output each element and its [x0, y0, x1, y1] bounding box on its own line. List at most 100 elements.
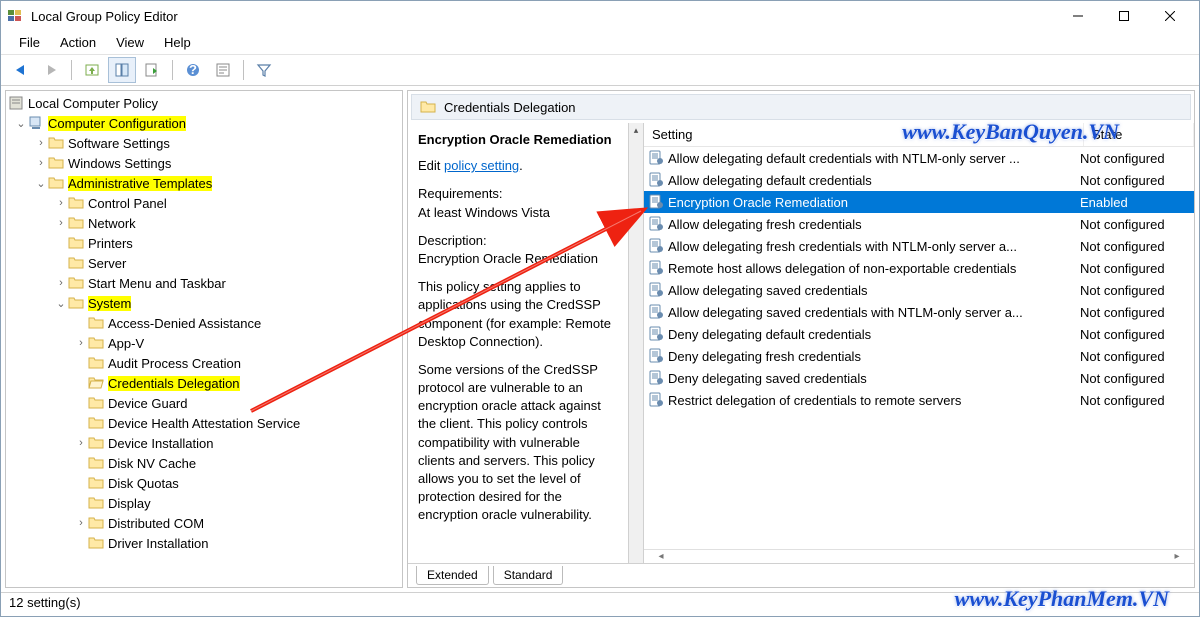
tree-creds-delegation[interactable]: Credentials Delegation — [6, 373, 402, 393]
menu-file[interactable]: File — [9, 33, 50, 52]
settings-list-row[interactable]: Allow delegating saved credentials Not c… — [644, 279, 1194, 301]
scroll-right-icon[interactable]: ▸ — [1168, 551, 1186, 562]
settings-list-row[interactable]: Restrict delegation of credentials to re… — [644, 389, 1194, 411]
menu-help[interactable]: Help — [154, 33, 201, 52]
splitter[interactable]: ▴ — [628, 123, 644, 563]
show-hide-button[interactable] — [108, 57, 136, 83]
settings-list-row[interactable]: Allow delegating fresh credentials Not c… — [644, 213, 1194, 235]
settings-list-row[interactable]: Remote host allows delegation of non-exp… — [644, 257, 1194, 279]
menu-action[interactable]: Action — [50, 33, 106, 52]
tab-extended[interactable]: Extended — [416, 566, 489, 585]
computer-icon — [28, 115, 44, 131]
setting-state: Not configured — [1080, 261, 1190, 276]
tree-disk-nv[interactable]: Disk NV Cache — [6, 453, 402, 473]
export-button[interactable] — [138, 57, 166, 83]
tree-expand-icon[interactable]: › — [54, 277, 68, 289]
setting-name: Allow delegating default credentials — [668, 173, 1080, 188]
tree-collapse-icon[interactable]: ⌄ — [54, 297, 68, 310]
scroll-left-icon[interactable]: ◂ — [652, 551, 670, 562]
minimize-button[interactable] — [1055, 1, 1101, 31]
maximize-button[interactable] — [1101, 1, 1147, 31]
col-setting[interactable]: Setting — [644, 123, 1084, 146]
settings-list-row[interactable]: Deny delegating fresh credentials Not co… — [644, 345, 1194, 367]
tree-disk-quotas[interactable]: Disk Quotas — [6, 473, 402, 493]
close-button[interactable] — [1147, 1, 1193, 31]
settings-list-row[interactable]: Allow delegating default credentials Not… — [644, 169, 1194, 191]
settings-list-row[interactable]: Allow delegating fresh credentials with … — [644, 235, 1194, 257]
back-button[interactable] — [7, 57, 35, 83]
folder-icon — [88, 495, 104, 511]
folder-icon — [68, 255, 84, 271]
settings-list-row[interactable]: Allow delegating saved credentials with … — [644, 301, 1194, 323]
filter-button[interactable] — [250, 57, 278, 83]
tree-expand-icon[interactable]: › — [34, 137, 48, 149]
setting-name: Allow delegating fresh credentials — [668, 217, 1080, 232]
tree-display[interactable]: Display — [6, 493, 402, 513]
setting-name: Allow delegating default credentials wit… — [668, 151, 1080, 166]
tree-control-panel[interactable]: ›Control Panel — [6, 193, 402, 213]
tree-server[interactable]: Server — [6, 253, 402, 273]
setting-state: Not configured — [1080, 173, 1190, 188]
titlebar: Local Group Policy Editor — [1, 1, 1199, 31]
tree-collapse-icon[interactable]: ⌄ — [34, 177, 48, 190]
tree-expand-icon[interactable]: › — [74, 517, 88, 529]
ext-desc-value: Encryption Oracle Remediation — [418, 250, 618, 268]
folder-icon — [68, 295, 84, 311]
tree-access-denied[interactable]: Access-Denied Assistance — [6, 313, 402, 333]
statusbar: 12 setting(s) — [1, 592, 1199, 611]
tree-driver-install[interactable]: Driver Installation — [6, 533, 402, 553]
policy-setting-link[interactable]: policy setting — [444, 158, 519, 173]
tree-pane[interactable]: Local Computer Policy ⌄ Computer Configu… — [5, 90, 403, 588]
settings-list-row[interactable]: Deny delegating default credentials Not … — [644, 323, 1194, 345]
settings-list-row[interactable]: Encryption Oracle Remediation Enabled — [644, 191, 1194, 213]
tree-computer-config[interactable]: ⌄ Computer Configuration — [6, 113, 402, 133]
ext-para1: This policy setting applies to applicati… — [418, 278, 618, 351]
forward-button[interactable] — [37, 57, 65, 83]
tree-system[interactable]: ⌄System — [6, 293, 402, 313]
help-button[interactable]: ? — [179, 57, 207, 83]
ext-desc-label: Description: — [418, 232, 618, 250]
up-button[interactable] — [78, 57, 106, 83]
folder-icon — [88, 455, 104, 471]
tree-dhas[interactable]: Device Health Attestation Service — [6, 413, 402, 433]
tree-admin-templates[interactable]: ⌄ Administrative Templates — [6, 173, 402, 193]
col-state[interactable]: State — [1084, 123, 1194, 146]
tree-device-guard[interactable]: Device Guard — [6, 393, 402, 413]
menu-view[interactable]: View — [106, 33, 154, 52]
tab-standard[interactable]: Standard — [493, 566, 564, 585]
tree-printers[interactable]: Printers — [6, 233, 402, 253]
settings-list-row[interactable]: Allow delegating default credentials wit… — [644, 147, 1194, 169]
tree-dcom[interactable]: ›Distributed COM — [6, 513, 402, 533]
folder-icon — [420, 99, 436, 115]
setting-name: Remote host allows delegation of non-exp… — [668, 261, 1080, 276]
folder-icon — [88, 395, 104, 411]
tree-expand-icon[interactable]: › — [74, 437, 88, 449]
tree-windows-settings[interactable]: › Windows Settings — [6, 153, 402, 173]
tree-audit[interactable]: Audit Process Creation — [6, 353, 402, 373]
tree-start-menu[interactable]: ›Start Menu and Taskbar — [6, 273, 402, 293]
tree-root[interactable]: Local Computer Policy — [6, 93, 402, 113]
policy-icon — [648, 216, 664, 232]
settings-list[interactable]: Allow delegating default credentials wit… — [644, 147, 1194, 549]
policy-icon — [648, 392, 664, 408]
tree-expand-icon[interactable]: › — [34, 157, 48, 169]
tree-appv[interactable]: ›App-V — [6, 333, 402, 353]
settings-list-row[interactable]: Deny delegating saved credentials Not co… — [644, 367, 1194, 389]
tree-expand-icon[interactable]: › — [54, 217, 68, 229]
folder-icon — [68, 195, 84, 211]
properties-button[interactable] — [209, 57, 237, 83]
policy-icon — [648, 370, 664, 386]
tree-device-install[interactable]: ›Device Installation — [6, 433, 402, 453]
policy-icon — [648, 194, 664, 210]
setting-state: Not configured — [1080, 393, 1190, 408]
tree-expand-icon[interactable]: › — [74, 337, 88, 349]
tree-collapse-icon[interactable]: ⌄ — [14, 117, 28, 130]
ext-req-value: At least Windows Vista — [418, 204, 618, 222]
tree-network[interactable]: ›Network — [6, 213, 402, 233]
tree-expand-icon[interactable]: › — [54, 197, 68, 209]
folder-icon — [48, 155, 64, 171]
app-icon — [7, 8, 23, 24]
setting-state: Not configured — [1080, 305, 1190, 320]
tree-software-settings[interactable]: › Software Settings — [6, 133, 402, 153]
horizontal-scrollbar[interactable]: ◂ ▸ — [644, 549, 1194, 563]
